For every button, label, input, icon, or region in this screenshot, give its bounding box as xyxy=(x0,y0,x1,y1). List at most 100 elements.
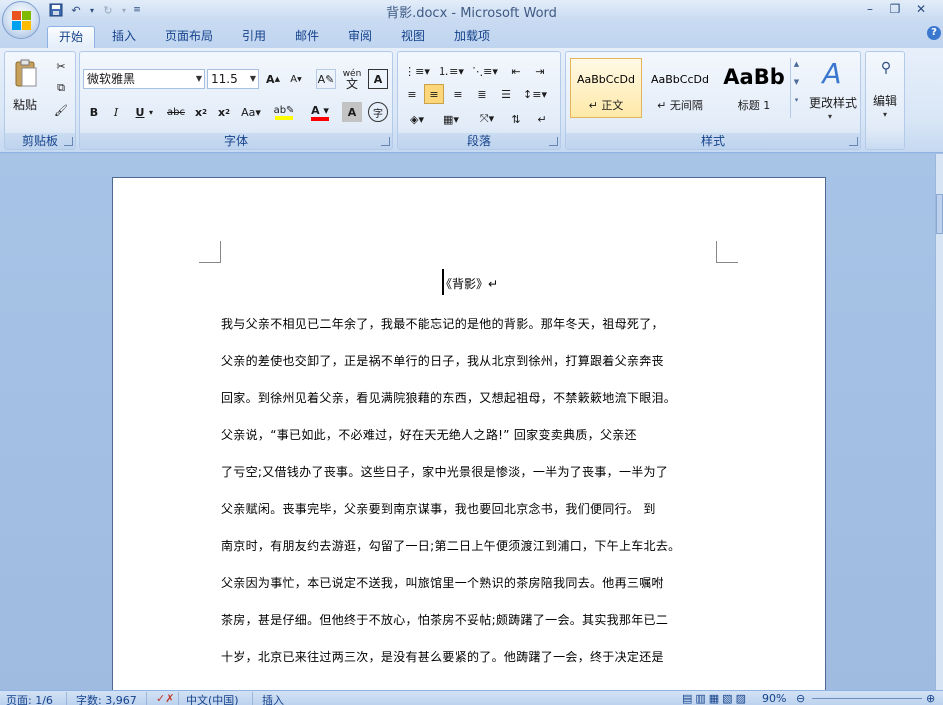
tab-home[interactable]: 开始 xyxy=(47,26,95,48)
tab-review[interactable]: 审阅 xyxy=(339,26,381,48)
document-line[interactable]: 我与父亲不相见已二年余了，我最不能忘记的是他的背影。那年冬天，祖母死了， xyxy=(221,315,721,332)
document-line[interactable]: 父亲的差使也交卸了，正是祸不单行的日子，我从北京到徐州，打算跟着父亲奔丧 xyxy=(221,352,721,369)
multilevel-list-icon[interactable]: ⋱≡▾ xyxy=(470,61,500,81)
change-styles-button[interactable]: 更改样式 xyxy=(806,94,860,111)
vertical-scrollbar[interactable] xyxy=(935,154,943,690)
font-name-value: 微软雅黑 xyxy=(87,72,136,86)
align-right-icon[interactable]: ≡ xyxy=(448,84,468,104)
tab-mailings[interactable]: 邮件 xyxy=(286,26,328,48)
chevron-down-icon[interactable]: ▼ xyxy=(791,78,802,86)
bold-icon[interactable]: B xyxy=(84,102,104,122)
minimize-icon[interactable]: – xyxy=(859,2,881,18)
proofing-icon[interactable]: ✓✗ xyxy=(156,692,174,705)
font-size-combo[interactable]: 11.5 ▼ xyxy=(207,69,259,89)
align-center-icon[interactable]: ≡ xyxy=(424,84,444,104)
tab-insert[interactable]: 插入 xyxy=(103,26,145,48)
italic-icon[interactable]: I xyxy=(106,102,126,122)
text-highlight-icon[interactable]: ab✎ xyxy=(270,102,298,122)
tab-view[interactable]: 视图 xyxy=(392,26,434,48)
decrease-indent-icon[interactable]: ⇤ xyxy=(506,61,526,81)
editing-button[interactable]: 编辑 xyxy=(866,92,904,109)
insert-mode-indicator[interactable]: 插入 xyxy=(262,692,284,705)
document-line[interactable]: 了亏空;又借钱办了丧事。这些日子，家中光景很是惨淡，一半为了丧事，一半为了 xyxy=(221,463,721,480)
page-indicator[interactable]: 页面: 1/6 xyxy=(6,692,53,705)
character-border-icon[interactable]: A xyxy=(368,69,388,89)
restore-icon[interactable]: ❐ xyxy=(884,2,906,18)
document-line[interactable]: 父亲因为事忙，本已说定不送我，叫旅馆里一个熟识的茶房陪我同去。他再三嘱咐 xyxy=(221,574,721,591)
sort-icon[interactable]: ⇅ xyxy=(506,109,526,129)
borders-icon[interactable]: ▦▾ xyxy=(436,109,466,129)
styles-launcher-icon[interactable] xyxy=(849,137,858,146)
change-case-icon[interactable]: Aa▾ xyxy=(238,102,264,122)
paste-icon[interactable] xyxy=(11,56,41,92)
phonetic-guide-icon[interactable]: wén 文 xyxy=(342,67,362,91)
tab-addins[interactable]: 加载项 xyxy=(446,26,498,48)
character-shading-icon[interactable]: A xyxy=(342,102,362,122)
underline-dropdown-icon[interactable]: ▾ xyxy=(146,102,156,122)
cut-icon[interactable]: ✂ xyxy=(51,56,71,76)
strikethrough-icon[interactable]: abc xyxy=(164,102,188,122)
change-styles-icon[interactable]: A xyxy=(812,56,852,90)
document-line[interactable]: 十岁，北京已来往过两三次，是没有甚么要紧的了。他踌躇了一会，终于决定还是 xyxy=(221,648,721,665)
zoom-in-icon[interactable]: ⊕ xyxy=(926,692,935,705)
styles-gallery-scroll[interactable]: ▲ ▼ ▾ xyxy=(790,58,802,118)
style-no-spacing[interactable]: AaBbCcDd ↵ 无间隔 xyxy=(644,58,716,118)
scrollbar-thumb[interactable] xyxy=(936,194,943,234)
chevron-up-icon[interactable]: ▲ xyxy=(791,60,802,68)
close-icon[interactable]: ✕ xyxy=(910,2,932,18)
increase-indent-icon[interactable]: ⇥ xyxy=(530,61,550,81)
font-launcher-icon[interactable] xyxy=(381,137,390,146)
view-buttons-icon[interactable]: ▤▥▦▧▨ xyxy=(682,692,749,705)
clear-formatting-icon[interactable]: A✎ xyxy=(316,69,336,89)
status-divider xyxy=(66,692,67,705)
language-indicator[interactable]: 中文(中国) xyxy=(186,692,239,705)
document-line[interactable]: 父亲赋闲。丧事完毕，父亲要到南京谋事，我也要回北京念书，我们便同行。 到 xyxy=(221,500,721,517)
zoom-level[interactable]: 90% xyxy=(762,692,786,705)
help-icon[interactable]: ? xyxy=(927,26,941,40)
tab-page-layout[interactable]: 页面布局 xyxy=(158,26,220,48)
zoom-slider[interactable] xyxy=(812,698,922,699)
binoculars-icon[interactable]: ⚲ xyxy=(876,58,896,78)
paragraph-launcher-icon[interactable] xyxy=(549,137,558,146)
zoom-out-icon[interactable]: ⊖ xyxy=(796,692,805,705)
chinese-layout-icon[interactable]: ⤧▾ xyxy=(472,109,502,129)
phonetic-guide-char: 文 xyxy=(345,77,358,91)
clipboard-launcher-icon[interactable] xyxy=(64,137,73,146)
document-title-line[interactable]: 《背影》↵ xyxy=(113,275,825,292)
paragraph-group: ⋮≡▾ ⒈≡▾ ⋱≡▾ ⇤ ⇥ ≡ ≡ ≡ ≣ ☰ ↕≡▾ ◈▾ ▦▾ ⤧▾ ⇅… xyxy=(397,51,561,150)
style-heading-1[interactable]: AaBb 标题 1 xyxy=(718,58,790,118)
document-line[interactable]: 茶房，甚是仔细。但他终于不放心，怕茶房不妥帖;颇踌躇了一会。其实我那年已二 xyxy=(221,611,721,628)
document-page[interactable]: 《背影》↵ 我与父亲不相见已二年余了，我最不能忘记的是他的背影。那年冬天，祖母死… xyxy=(112,177,826,690)
copy-icon[interactable]: ⧉ xyxy=(51,78,71,98)
justify-icon[interactable]: ≣ xyxy=(472,84,492,104)
font-name-combo[interactable]: 微软雅黑 ▼ xyxy=(83,69,205,89)
distributed-icon[interactable]: ☰ xyxy=(496,84,516,104)
document-line[interactable]: 父亲说，“事已如此，不必难过，好在天无绝人之路!” 回家变卖典质，父亲还 xyxy=(221,426,721,443)
paste-button[interactable]: 粘贴 xyxy=(13,96,37,113)
align-left-icon[interactable]: ≡ xyxy=(402,84,422,104)
grow-font-icon[interactable]: A ▲ xyxy=(263,69,283,89)
word-count[interactable]: 字数: 3,967 xyxy=(76,692,137,705)
shrink-font-icon[interactable]: A ▼ xyxy=(286,69,306,89)
subscript-icon[interactable]: x2 xyxy=(191,102,211,122)
bullets-icon[interactable]: ⋮≡▾ xyxy=(402,61,432,81)
line-spacing-icon[interactable]: ↕≡▾ xyxy=(520,84,550,104)
style-no-spacing-label: ↵ 无间隔 xyxy=(657,99,703,112)
status-divider xyxy=(178,692,179,705)
style-normal[interactable]: AaBbCcDd ↵ 正文 xyxy=(570,58,642,118)
tab-references[interactable]: 引用 xyxy=(233,26,275,48)
font-size-value: 11.5 xyxy=(211,72,238,86)
enclose-characters-icon[interactable]: 字 xyxy=(368,102,388,122)
gallery-more-icon[interactable]: ▾ xyxy=(791,96,802,104)
numbering-icon[interactable]: ⒈≡▾ xyxy=(436,61,466,81)
font-color-icon[interactable]: A ▾ xyxy=(306,102,334,122)
superscript-icon[interactable]: x2 xyxy=(214,102,234,122)
shading-icon[interactable]: ◈▾ xyxy=(402,109,432,129)
document-area: 《背影》↵ 我与父亲不相见已二年余了，我最不能忘记的是他的背影。那年冬天，祖母死… xyxy=(0,154,935,690)
office-button[interactable] xyxy=(2,1,40,39)
show-hide-marks-icon[interactable]: ↵ xyxy=(532,109,552,129)
format-painter-icon[interactable]: 🖌 xyxy=(51,100,71,120)
document-line[interactable]: 回家。到徐州见着父亲，看见满院狼藉的东西，又想起祖母，不禁簌簌地流下眼泪。 xyxy=(221,389,721,406)
title-bar: ↶ ▾ ↻ ▾ ≡ 背影.docx - Microsoft Word – ❐ ✕ xyxy=(0,0,943,21)
document-line[interactable]: 南京时，有朋友约去游逛，勾留了一日;第二日上午便须渡江到浦口，下午上车北去。 xyxy=(221,537,721,554)
